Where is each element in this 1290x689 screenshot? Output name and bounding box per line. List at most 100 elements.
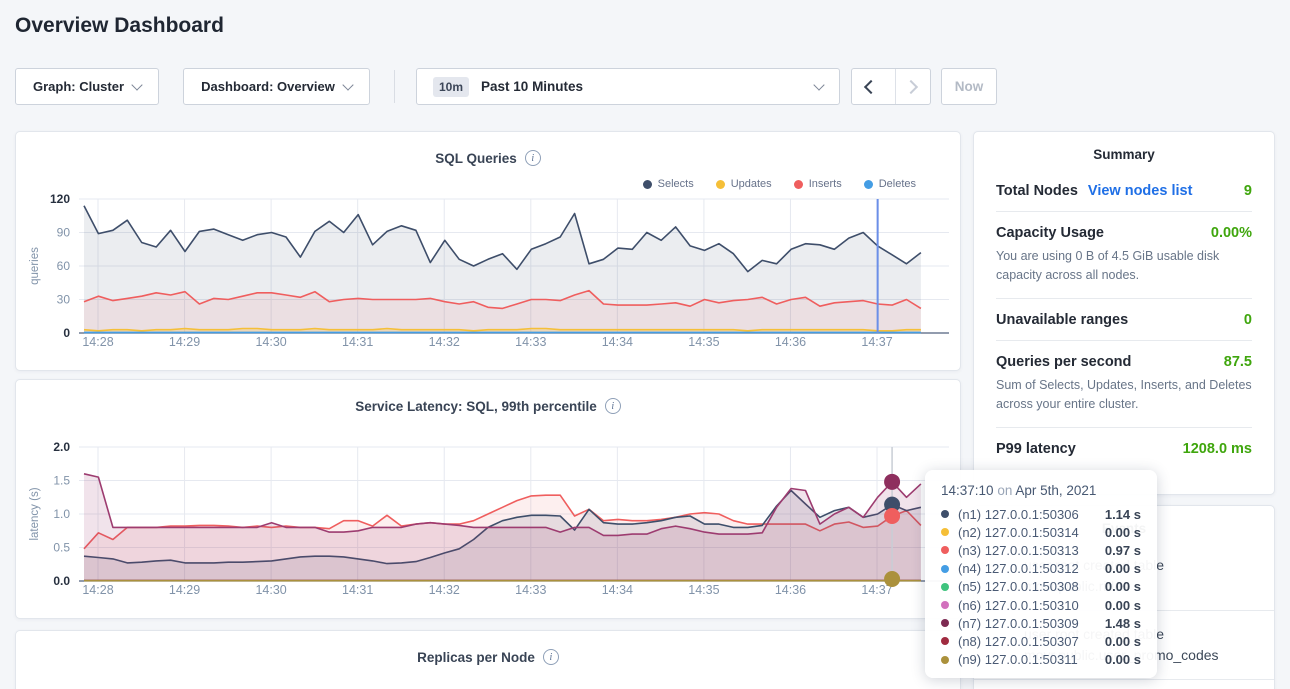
node-color-dot xyxy=(941,565,949,573)
node-color-dot xyxy=(941,656,949,664)
tooltip-row: (n9) 127.0.0.1:503110.00 s xyxy=(941,651,1141,669)
node-address: (n7) 127.0.0.1:50309 xyxy=(958,616,1105,631)
info-icon[interactable]: i xyxy=(525,150,541,166)
summary-label: Total Nodes xyxy=(996,183,1078,199)
legend-dot xyxy=(643,180,652,189)
node-address: (n4) 127.0.0.1:50312 xyxy=(958,561,1105,576)
tooltip-row: (n3) 127.0.0.1:503130.97 s xyxy=(941,541,1141,559)
node-address: (n8) 127.0.0.1:50307 xyxy=(958,634,1105,649)
service-latency-chart[interactable]: 14:2814:2914:3014:3114:3214:3314:3414:35… xyxy=(16,437,962,609)
node-color-dot xyxy=(941,528,949,536)
tooltip-row: (n5) 127.0.0.1:503080.00 s xyxy=(941,578,1141,596)
summary-heading: Summary xyxy=(974,132,1274,162)
svg-text:14:32: 14:32 xyxy=(429,583,460,597)
chart-title: Service Latency: SQL, 99th percentile xyxy=(355,399,597,414)
tooltip-row: (n1) 127.0.0.1:503061.14 s xyxy=(941,505,1141,523)
time-range-badge: 10m xyxy=(433,77,469,97)
now-button[interactable]: Now xyxy=(941,68,997,105)
svg-text:0.5: 0.5 xyxy=(53,541,70,555)
svg-text:1.0: 1.0 xyxy=(53,507,70,521)
svg-text:0.0: 0.0 xyxy=(53,574,70,588)
summary-label: Queries per second xyxy=(996,354,1131,370)
node-latency-value: 0.00 s xyxy=(1105,652,1141,667)
svg-text:30: 30 xyxy=(57,293,71,307)
node-latency-value: 0.00 s xyxy=(1105,579,1141,594)
info-icon[interactable]: i xyxy=(543,649,559,665)
time-nav-group xyxy=(851,68,931,105)
graph-dropdown-label: Graph: Cluster xyxy=(33,79,124,94)
legend-dot xyxy=(716,180,725,189)
summary-row-total-nodes: Total Nodes View nodes list 9 xyxy=(996,170,1252,212)
svg-text:14:35: 14:35 xyxy=(688,335,719,349)
tooltip-row: (n7) 127.0.0.1:503091.48 s xyxy=(941,614,1141,632)
node-latency-value: 1.14 s xyxy=(1105,507,1141,522)
view-nodes-list-link[interactable]: View nodes list xyxy=(1088,183,1193,199)
svg-text:0: 0 xyxy=(63,326,70,340)
service-latency-panel: Service Latency: SQL, 99th percentile i … xyxy=(15,379,961,619)
node-address: (n1) 127.0.0.1:50306 xyxy=(958,507,1105,522)
node-color-dot xyxy=(941,637,949,645)
node-address: (n5) 127.0.0.1:50308 xyxy=(958,579,1105,594)
summary-label: Capacity Usage xyxy=(996,225,1104,241)
summary-value: 1208.0 ms xyxy=(1183,441,1252,457)
node-address: (n6) 127.0.0.1:50310 xyxy=(958,598,1105,613)
prev-time-button[interactable] xyxy=(852,69,886,104)
node-color-dot xyxy=(941,619,949,627)
chart-tooltip: 14:37:10 on Apr 5th, 2021 (n1) 127.0.0.1… xyxy=(925,470,1157,678)
node-latency-value: 0.00 s xyxy=(1105,598,1141,613)
svg-text:14:34: 14:34 xyxy=(602,335,633,349)
dashboard-dropdown-label: Dashboard: Overview xyxy=(201,79,335,94)
summary-desc: Sum of Selects, Updates, Inserts, and De… xyxy=(996,376,1252,415)
node-color-dot xyxy=(941,546,949,554)
node-latency-value: 0.00 s xyxy=(1105,634,1141,649)
svg-text:14:35: 14:35 xyxy=(688,583,719,597)
controls-divider xyxy=(394,70,395,103)
tooltip-timestamp: 14:37:10 on Apr 5th, 2021 xyxy=(941,483,1141,498)
info-icon[interactable]: i xyxy=(605,398,621,414)
node-latency-value: 0.00 s xyxy=(1105,561,1141,576)
summary-value: 87.5 xyxy=(1224,354,1252,370)
summary-label: Unavailable ranges xyxy=(996,312,1128,328)
sql-queries-chart[interactable]: 14:2814:2914:3014:3114:3214:3314:3414:35… xyxy=(16,189,962,361)
svg-text:14:33: 14:33 xyxy=(515,335,546,349)
tooltip-row: (n4) 127.0.0.1:503120.00 s xyxy=(941,560,1141,578)
node-address: (n2) 127.0.0.1:50314 xyxy=(958,525,1105,540)
graph-dropdown[interactable]: Graph: Cluster xyxy=(15,68,159,105)
replicas-per-node-panel: Replicas per Node i xyxy=(15,630,961,689)
node-latency-value: 0.97 s xyxy=(1105,543,1141,558)
tooltip-row: (n6) 127.0.0.1:503100.00 s xyxy=(941,596,1141,614)
summary-row-unavailable-ranges: Unavailable ranges 0 xyxy=(996,299,1252,341)
legend-dot xyxy=(864,180,873,189)
node-color-dot xyxy=(941,601,949,609)
node-address: (n9) 127.0.0.1:50311 xyxy=(958,652,1105,667)
summary-value: 0 xyxy=(1244,312,1252,328)
svg-text:1.5: 1.5 xyxy=(53,474,70,488)
svg-text:2.0: 2.0 xyxy=(53,440,70,454)
chart-title: Replicas per Node xyxy=(417,650,535,665)
chevron-down-icon xyxy=(342,79,353,90)
svg-text:14:36: 14:36 xyxy=(775,583,806,597)
chevron-down-icon xyxy=(131,79,142,90)
time-range-picker[interactable]: 10m Past 10 Minutes xyxy=(416,68,840,105)
chart-title: SQL Queries xyxy=(435,151,517,166)
svg-text:latency (s): latency (s) xyxy=(29,487,41,540)
node-color-dot xyxy=(941,510,949,518)
svg-text:60: 60 xyxy=(57,259,71,273)
svg-text:90: 90 xyxy=(57,226,71,240)
svg-text:14:28: 14:28 xyxy=(82,583,113,597)
legend-dot xyxy=(794,180,803,189)
node-latency-value: 1.48 s xyxy=(1105,616,1141,631)
dashboard-dropdown[interactable]: Dashboard: Overview xyxy=(183,68,370,105)
next-time-button[interactable] xyxy=(895,69,930,104)
svg-text:14:31: 14:31 xyxy=(342,335,373,349)
svg-text:120: 120 xyxy=(50,192,70,206)
svg-text:14:33: 14:33 xyxy=(515,583,546,597)
time-range-label: Past 10 Minutes xyxy=(481,79,583,94)
svg-text:14:36: 14:36 xyxy=(775,335,806,349)
summary-panel: Summary Total Nodes View nodes list 9 Ca… xyxy=(973,131,1275,495)
svg-text:14:29: 14:29 xyxy=(169,335,200,349)
tooltip-row: (n8) 127.0.0.1:503070.00 s xyxy=(941,632,1141,650)
svg-text:14:28: 14:28 xyxy=(82,335,113,349)
summary-value: 9 xyxy=(1244,183,1252,199)
svg-text:14:30: 14:30 xyxy=(255,335,286,349)
